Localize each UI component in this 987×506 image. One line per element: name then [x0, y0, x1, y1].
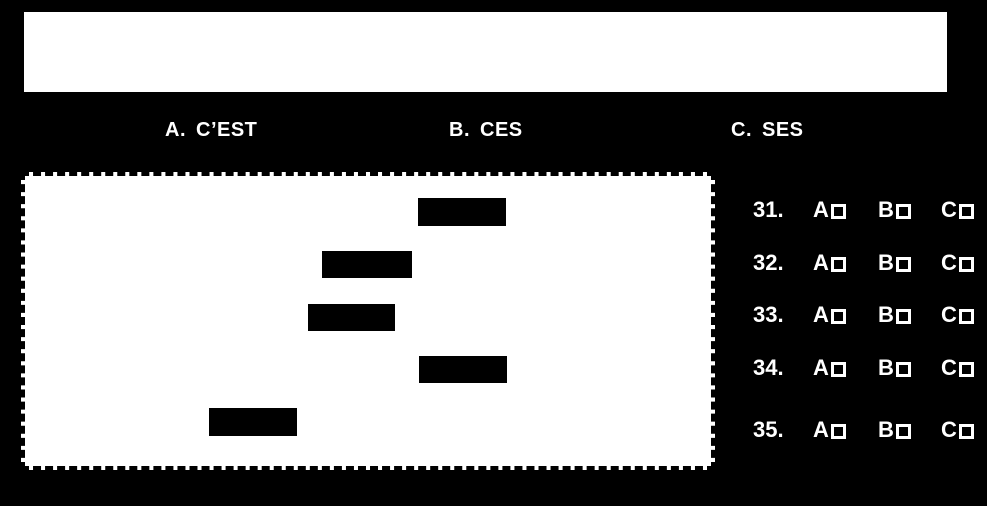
- checkbox-icon[interactable]: [958, 308, 974, 324]
- answer-choice-letter: B: [878, 417, 894, 442]
- answer-choice-letter: B: [878, 302, 894, 327]
- checkbox-icon[interactable]: [958, 423, 974, 439]
- answer-choice-letter: C: [941, 302, 957, 327]
- answer-choice-b-row-33[interactable]: B: [878, 300, 911, 330]
- answer-choice-letter: A: [813, 417, 829, 442]
- answer-choice-letter: A: [813, 302, 829, 327]
- instruction-box: [24, 12, 947, 92]
- answer-choice-letter: C: [941, 355, 957, 380]
- answer-choice-b-row-32[interactable]: B: [878, 248, 911, 278]
- option-header-b-label: CES: [480, 119, 523, 141]
- checkbox-icon[interactable]: [958, 361, 974, 377]
- answer-choice-letter: A: [813, 197, 829, 222]
- answer-choice-c-row-31[interactable]: C: [941, 195, 974, 225]
- redaction-bar-5: [209, 408, 297, 436]
- answer-choice-letter: B: [878, 250, 894, 275]
- checkbox-icon[interactable]: [895, 308, 911, 324]
- answer-choice-b-row-34[interactable]: B: [878, 353, 911, 383]
- answer-choice-c-row-33[interactable]: C: [941, 300, 974, 330]
- answer-row-number: 32.: [753, 250, 784, 275]
- answer-grid: 31. A B C 32. A B C 33. A B C 34. A B C 35. A B C: [745, 180, 987, 460]
- option-header-a-label: C’EST: [196, 119, 258, 141]
- instruction-text: [24, 12, 947, 24]
- checkbox-icon[interactable]: [895, 423, 911, 439]
- answer-choice-letter: C: [941, 417, 957, 442]
- checkbox-icon[interactable]: [895, 361, 911, 377]
- answer-row-number: 34.: [753, 355, 784, 380]
- checkbox-icon[interactable]: [895, 256, 911, 272]
- option-header-b-letter: B.: [449, 119, 470, 141]
- answer-row-number: 35.: [753, 417, 784, 442]
- option-header-c: C. SES: [731, 112, 804, 148]
- checkbox-icon[interactable]: [830, 256, 846, 272]
- answer-row: 32. A B C: [745, 248, 987, 278]
- options-header: A. C’EST B. CES C. SES: [0, 112, 987, 152]
- option-header-b: B. CES: [449, 112, 523, 148]
- redaction-bar-4: [419, 356, 507, 383]
- checkbox-icon[interactable]: [830, 308, 846, 324]
- answer-choice-a-row-32[interactable]: A: [813, 248, 846, 278]
- answer-row: 34. A B C: [745, 353, 987, 383]
- option-header-c-label: SES: [762, 119, 804, 141]
- checkbox-icon[interactable]: [830, 423, 846, 439]
- answer-choice-b-row-35[interactable]: B: [878, 415, 911, 445]
- answer-choice-letter: C: [941, 250, 957, 275]
- answer-choice-letter: A: [813, 355, 829, 380]
- redaction-bar-2: [322, 251, 412, 278]
- checkbox-icon[interactable]: [830, 361, 846, 377]
- answer-choice-c-row-32[interactable]: C: [941, 248, 974, 278]
- redaction-bar-1: [418, 198, 506, 226]
- answer-choice-c-row-34[interactable]: C: [941, 353, 974, 383]
- answer-choice-letter: B: [878, 197, 894, 222]
- answer-row: 33. A B C: [745, 300, 987, 330]
- answer-choice-a-row-35[interactable]: A: [813, 415, 846, 445]
- checkbox-icon[interactable]: [958, 256, 974, 272]
- answer-choice-a-row-31[interactable]: A: [813, 195, 846, 225]
- answer-choice-letter: A: [813, 250, 829, 275]
- option-header-a-letter: A.: [165, 119, 186, 141]
- checkbox-icon[interactable]: [895, 203, 911, 219]
- option-header-c-letter: C.: [731, 119, 752, 141]
- answer-choice-b-row-31[interactable]: B: [878, 195, 911, 225]
- answer-row: 31. A B C: [745, 195, 987, 225]
- answer-choice-c-row-35[interactable]: C: [941, 415, 974, 445]
- answer-choice-letter: C: [941, 197, 957, 222]
- answer-choice-letter: B: [878, 355, 894, 380]
- answer-row-number: 31.: [753, 197, 784, 222]
- redaction-bar-3: [308, 304, 395, 331]
- checkbox-icon[interactable]: [830, 203, 846, 219]
- answer-choice-a-row-34[interactable]: A: [813, 353, 846, 383]
- answer-choice-a-row-33[interactable]: A: [813, 300, 846, 330]
- answer-row-number: 33.: [753, 302, 784, 327]
- option-header-a: A. C’EST: [165, 112, 257, 148]
- checkbox-icon[interactable]: [958, 203, 974, 219]
- answer-row: 35. A B C: [745, 415, 987, 445]
- worksheet-panel: [21, 172, 715, 470]
